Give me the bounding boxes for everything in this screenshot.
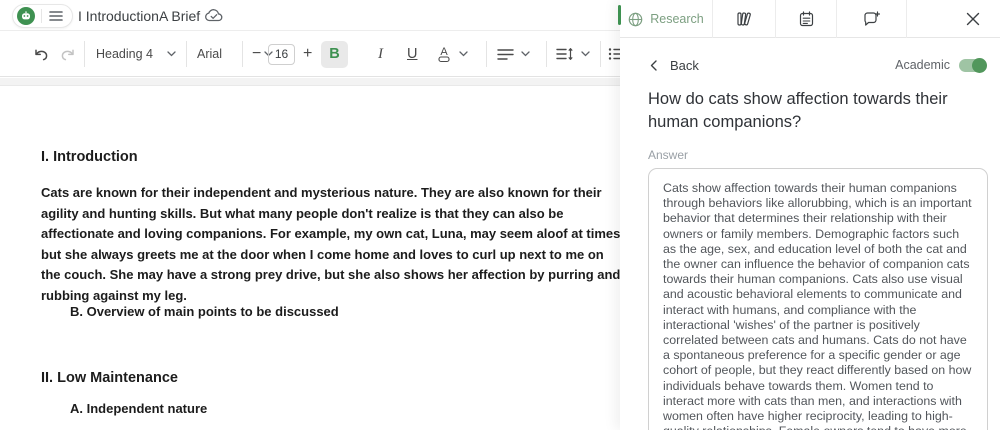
doc-paragraph: Cats are known for their independent and… bbox=[41, 183, 625, 306]
toolbar-divider bbox=[600, 41, 601, 67]
tab-research-label: Research bbox=[650, 12, 704, 26]
chat-add-icon bbox=[863, 11, 880, 27]
font-size-value: 16 bbox=[268, 44, 295, 65]
text-align-dropdown[interactable] bbox=[497, 31, 530, 77]
redo-button[interactable] bbox=[59, 31, 76, 77]
top-bar: I IntroductionA Brief bbox=[0, 0, 620, 31]
formatting-toolbar: Heading 4 Arial − 16 + B I U A bbox=[0, 31, 620, 77]
tab-research[interactable]: Research bbox=[620, 0, 713, 38]
toolbar-divider bbox=[486, 41, 487, 67]
font-size-input[interactable]: 16 bbox=[268, 31, 295, 77]
chevron-down-icon bbox=[167, 51, 176, 57]
toolbar-divider bbox=[546, 41, 547, 67]
panel-caret-indicator bbox=[618, 5, 621, 25]
research-panel: Research bbox=[620, 0, 1000, 430]
increase-font-size-button[interactable]: + bbox=[303, 31, 312, 77]
undo-button[interactable] bbox=[33, 31, 50, 77]
cloud-saved-icon bbox=[204, 7, 224, 23]
toolbar-divider bbox=[242, 41, 243, 67]
document-title[interactable]: I IntroductionA Brief bbox=[78, 8, 200, 24]
doc-subpoint-a: A. Independent nature bbox=[70, 401, 207, 416]
chevron-down-icon bbox=[581, 51, 590, 57]
align-left-icon bbox=[497, 48, 514, 61]
font-family-dropdown[interactable]: Arial bbox=[197, 31, 273, 77]
chevron-down-icon bbox=[521, 51, 530, 57]
books-icon bbox=[735, 11, 753, 27]
italic-button[interactable]: I bbox=[378, 31, 383, 77]
heading-style-label: Heading 4 bbox=[96, 47, 153, 61]
decrease-font-size-button[interactable]: − bbox=[252, 31, 261, 77]
toggle-knob bbox=[972, 58, 987, 73]
doc-heading-introduction: I. Introduction bbox=[41, 149, 138, 165]
app-logo-icon[interactable] bbox=[17, 7, 35, 25]
chevron-left-icon bbox=[650, 60, 657, 71]
text-color-button[interactable]: A bbox=[436, 31, 468, 77]
tab-close-area bbox=[907, 0, 1000, 38]
line-spacing-icon bbox=[556, 47, 574, 61]
back-label: Back bbox=[670, 58, 699, 73]
panel-tab-bar: Research bbox=[620, 0, 1000, 38]
svg-text:A: A bbox=[440, 46, 448, 58]
hamburger-menu-icon[interactable] bbox=[49, 10, 63, 22]
close-icon[interactable] bbox=[966, 12, 980, 26]
academic-label: Academic bbox=[895, 58, 950, 72]
chevron-down-icon bbox=[459, 51, 468, 57]
toolbar-shadow-band bbox=[0, 78, 620, 86]
heading-style-dropdown[interactable]: Heading 4 bbox=[96, 31, 176, 77]
pill-divider bbox=[41, 9, 42, 23]
doc-heading-low-maintenance: II. Low Maintenance bbox=[41, 370, 178, 386]
notepad-icon bbox=[799, 11, 814, 27]
tab-new-chat[interactable] bbox=[837, 0, 907, 38]
globe-icon bbox=[628, 12, 643, 27]
underline-button[interactable]: U bbox=[407, 31, 417, 77]
tab-notes[interactable] bbox=[776, 0, 837, 38]
toolbar-divider bbox=[186, 41, 187, 67]
research-question: How do cats show affection towards their… bbox=[648, 88, 948, 134]
line-spacing-dropdown[interactable] bbox=[556, 31, 590, 77]
doc-subpoint-b: B. Overview of main points to be discuss… bbox=[70, 304, 339, 319]
academic-toggle-row: Academic bbox=[895, 58, 986, 72]
answer-text: Cats show affection towards their human … bbox=[663, 181, 973, 430]
bold-button[interactable]: B bbox=[321, 31, 348, 77]
menu-pill[interactable] bbox=[12, 4, 73, 28]
font-family-label: Arial bbox=[197, 47, 222, 61]
answer-box[interactable]: Cats show affection towards their human … bbox=[648, 168, 988, 430]
academic-toggle[interactable] bbox=[959, 59, 986, 72]
toolbar-divider bbox=[84, 41, 85, 67]
answer-label: Answer bbox=[648, 148, 688, 162]
back-button[interactable]: Back bbox=[650, 58, 699, 73]
app-window: I IntroductionA Brief He bbox=[0, 0, 1000, 430]
tab-library[interactable] bbox=[713, 0, 776, 38]
